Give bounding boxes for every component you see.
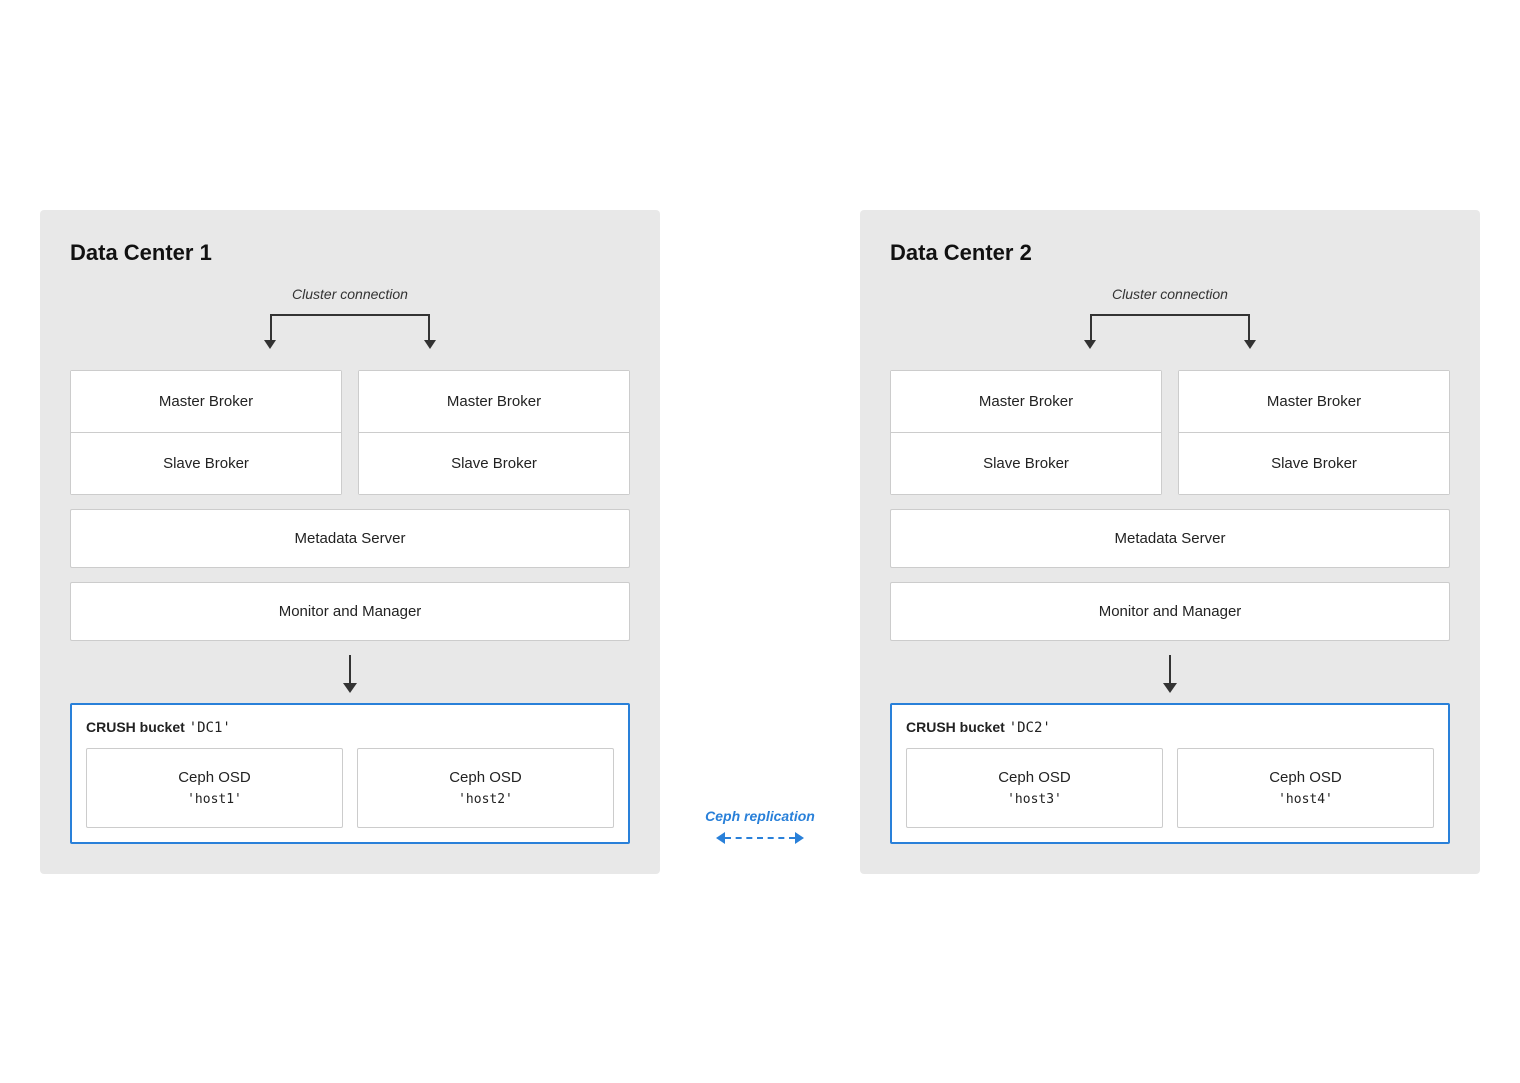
dc2-osd-2: Ceph OSD 'host4' — [1177, 748, 1434, 828]
dc2-osd-row: Ceph OSD 'host3' Ceph OSD 'host4' — [906, 748, 1434, 828]
dc2-cluster-line-left — [1090, 314, 1092, 342]
dc1-arrow-head — [343, 683, 357, 693]
dc1-osd2-name: Ceph OSD — [368, 769, 603, 786]
dc1-crush-title: CRUSH bucket 'DC1' — [86, 719, 614, 736]
dc1-broker-group-2: Master Broker Slave Broker — [358, 370, 630, 495]
dc1-arrow-left — [264, 340, 276, 349]
replication-label: Ceph replication — [705, 807, 815, 825]
dc1-monitor-manager: Monitor and Manager — [70, 582, 630, 641]
dc2-broker-group-2: Master Broker Slave Broker — [1178, 370, 1450, 495]
dc1-slave-broker-1: Slave Broker — [71, 433, 341, 494]
dc1-osd2-host: 'host2' — [458, 792, 513, 807]
dc2-osd2-host: 'host4' — [1278, 792, 1333, 807]
arrow-dashed-line — [725, 837, 795, 839]
arrow-right-head — [795, 832, 804, 844]
dc2-osd1-host: 'host3' — [1007, 792, 1062, 807]
dc1-title: Data Center 1 — [70, 240, 630, 266]
dc1-osd-1: Ceph OSD 'host1' — [86, 748, 343, 828]
dc2-cluster-line-horiz — [1090, 314, 1250, 316]
datacenter-1: Data Center 1 Cluster connection Master … — [40, 210, 660, 874]
dc1-cluster-connection-label: Cluster connection — [292, 286, 408, 302]
dc1-osd1-host: 'host1' — [187, 792, 242, 807]
dc2-monitor-manager: Monitor and Manager — [890, 582, 1450, 641]
dc2-arrow-line — [1169, 655, 1171, 683]
dc1-crush-bucket: CRUSH bucket 'DC1' Ceph OSD 'host1' Ceph… — [70, 703, 630, 844]
dc1-arrow-container — [70, 306, 630, 356]
dc2-cluster-connection-area: Cluster connection — [890, 286, 1450, 360]
dc2-cluster-line-right — [1248, 314, 1250, 342]
dc2-arrow-right — [1244, 340, 1256, 349]
dc2-crush-title: CRUSH bucket 'DC2' — [906, 719, 1434, 736]
dc2-cluster-connection-label: Cluster connection — [1112, 286, 1228, 302]
dc1-cluster-line-horiz — [270, 314, 430, 316]
dc1-osd-2: Ceph OSD 'host2' — [357, 748, 614, 828]
dc2-crush-name: 'DC2' — [1009, 720, 1051, 736]
arrow-left-head — [716, 832, 725, 844]
replication-area: Ceph replication — [700, 807, 820, 873]
dc2-slave-broker-2: Slave Broker — [1179, 433, 1449, 494]
dc1-slave-broker-2: Slave Broker — [359, 433, 629, 494]
dc2-crush-bucket: CRUSH bucket 'DC2' Ceph OSD 'host3' Ceph… — [890, 703, 1450, 844]
dc1-cluster-connection-area: Cluster connection — [70, 286, 630, 360]
dc2-brokers-row: Master Broker Slave Broker Master Broker… — [890, 370, 1450, 495]
dc2-osd2-name: Ceph OSD — [1188, 769, 1423, 786]
dc1-crush-label: CRUSH bucket — [86, 719, 185, 735]
dc2-broker-group-1: Master Broker Slave Broker — [890, 370, 1162, 495]
dc2-title: Data Center 2 — [890, 240, 1450, 266]
dc1-crush-name: 'DC1' — [189, 720, 231, 736]
replication-arrow — [716, 832, 804, 844]
dc1-arrow-right — [424, 340, 436, 349]
dc1-master-broker-1: Master Broker — [71, 371, 341, 433]
dc1-osd-row: Ceph OSD 'host1' Ceph OSD 'host2' — [86, 748, 614, 828]
dc2-master-broker-1: Master Broker — [891, 371, 1161, 433]
dc2-arrow-container — [890, 306, 1450, 356]
datacenter-2: Data Center 2 Cluster connection Master … — [860, 210, 1480, 874]
dc2-arrow-down — [890, 655, 1450, 693]
dc2-master-broker-2: Master Broker — [1179, 371, 1449, 433]
dc1-cluster-line-right — [428, 314, 430, 342]
dc1-osd1-name: Ceph OSD — [97, 769, 332, 786]
dc2-osd1-name: Ceph OSD — [917, 769, 1152, 786]
dc1-brokers-row: Master Broker Slave Broker Master Broker… — [70, 370, 630, 495]
dc1-arrow-down — [70, 655, 630, 693]
dc2-osd-1: Ceph OSD 'host3' — [906, 748, 1163, 828]
dc1-cluster-line-left — [270, 314, 272, 342]
dc1-metadata-server: Metadata Server — [70, 509, 630, 568]
page-container: Data Center 1 Cluster connection Master … — [0, 160, 1520, 924]
dc2-arrow-left — [1084, 340, 1096, 349]
dc1-broker-group-1: Master Broker Slave Broker — [70, 370, 342, 495]
dc1-master-broker-2: Master Broker — [359, 371, 629, 433]
dc1-arrow-line — [349, 655, 351, 683]
dc2-arrow-head — [1163, 683, 1177, 693]
dc2-crush-label: CRUSH bucket — [906, 719, 1005, 735]
dc2-slave-broker-1: Slave Broker — [891, 433, 1161, 494]
dc2-metadata-server: Metadata Server — [890, 509, 1450, 568]
